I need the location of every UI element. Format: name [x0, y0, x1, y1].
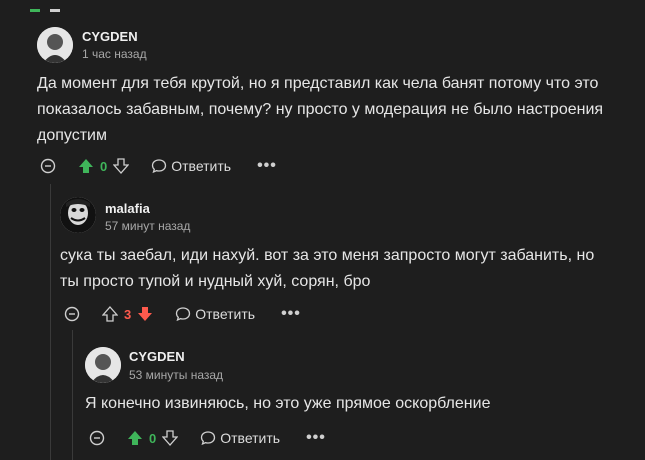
collapse-icon[interactable] — [64, 306, 80, 322]
vote-score: 3 — [124, 306, 132, 322]
more-options-icon[interactable]: ••• — [281, 305, 301, 323]
vote-score: 0 — [100, 158, 108, 174]
comment-actions: 0 Ответить ••• — [40, 156, 277, 176]
reply-button[interactable]: Ответить — [175, 306, 255, 322]
comment-text: Да момент для тебя крутой, но я представ… — [37, 75, 604, 144]
comment-bubble-icon — [200, 430, 216, 446]
author-name[interactable]: CYGDEN — [129, 349, 185, 364]
collapse-icon[interactable] — [89, 430, 105, 446]
reply-label: Ответить — [171, 158, 232, 174]
comment-bubble-icon — [151, 158, 167, 174]
comment-time[interactable]: 1 час назад — [82, 47, 147, 61]
upvote-icon[interactable] — [102, 306, 118, 322]
previous-comment-actions-remnant — [0, 0, 80, 12]
avatar[interactable] — [60, 197, 96, 233]
comment-actions: 3 Ответить ••• — [64, 304, 301, 324]
comment-text: Я конечно извиняюсь, но это уже прямое о… — [85, 395, 491, 412]
reply-label: Ответить — [195, 306, 256, 322]
thread-line-level-1 — [50, 184, 51, 460]
more-options-icon[interactable]: ••• — [257, 157, 277, 175]
comment-bubble-icon — [175, 306, 191, 322]
comment-text: сука ты заебал, иди нахуй. вот за это ме… — [60, 247, 595, 290]
comment-time[interactable]: 57 минут назад — [105, 219, 190, 233]
downvote-icon[interactable] — [137, 306, 153, 322]
downvote-icon[interactable] — [113, 158, 130, 174]
author-name[interactable]: CYGDEN — [82, 29, 138, 44]
thread-line-level-2 — [72, 330, 73, 460]
upvote-icon[interactable] — [78, 158, 94, 174]
reply-label: Ответить — [220, 430, 281, 446]
comment-time[interactable]: 53 минуты назад — [129, 368, 223, 382]
downvote-icon[interactable] — [162, 430, 179, 446]
comment-actions: 0 Ответить ••• — [89, 428, 326, 448]
collapse-icon[interactable] — [40, 158, 56, 174]
reply-button[interactable]: Ответить — [200, 430, 280, 446]
avatar[interactable] — [85, 347, 121, 383]
reply-button[interactable]: Ответить — [151, 158, 231, 174]
more-options-icon[interactable]: ••• — [306, 429, 326, 447]
vote-score: 0 — [149, 430, 157, 446]
author-name[interactable]: malafia — [105, 201, 150, 216]
upvote-icon[interactable] — [127, 430, 143, 446]
avatar[interactable] — [37, 27, 73, 63]
